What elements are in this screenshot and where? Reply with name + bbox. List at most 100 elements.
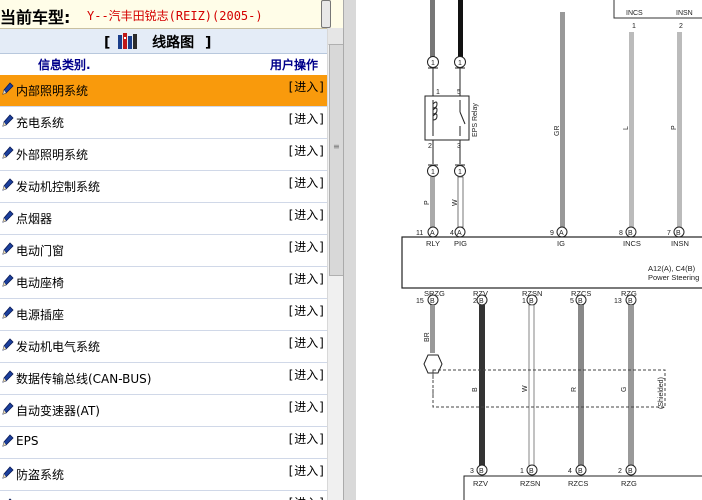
top-label-incs: INCS <box>626 10 643 17</box>
action-column-header: 用户操作 <box>270 58 319 72</box>
list-item[interactable]: 电源插座 [进入] <box>0 299 327 331</box>
conn-bot-letter-rzv: B <box>479 298 484 305</box>
list-item-label: 电动座椅 <box>16 276 65 290</box>
model-label: 当前车型: <box>0 8 71 27</box>
pencil-icon <box>2 466 14 479</box>
list-item-label: 内部照明系统 <box>16 84 89 98</box>
list-item-label: 自动变速器(AT) <box>16 404 100 418</box>
component-code: A12(A), C4(B) <box>648 264 696 273</box>
conn-top-letter-insn: B <box>676 230 681 237</box>
enter-link[interactable]: [进入] <box>287 398 325 415</box>
conn-name-insn: INSN <box>671 239 689 248</box>
lower-name-rzcs: RZCS <box>568 479 588 488</box>
list-item[interactable]: 内部照明系统 [进入] <box>0 75 327 107</box>
list-item[interactable]: EPS [进入] <box>0 427 327 459</box>
conn-top-letter-rly: A <box>430 230 435 237</box>
pencil-icon <box>2 178 14 191</box>
enter-link[interactable]: [进入] <box>287 238 325 255</box>
enter-link[interactable]: [进入] <box>287 334 325 351</box>
panel-title-text: 线路图 <box>152 35 195 51</box>
scroll-grip-icon: ≡ <box>333 142 340 151</box>
lower-name-rzv: RZV <box>473 479 488 488</box>
conn-bot-pin-srzg: 15 <box>416 298 424 305</box>
lower-pin-rzv: 3 <box>470 468 474 475</box>
wire-color-top-p: P <box>671 125 678 130</box>
pencil-icon <box>2 306 14 319</box>
fuse-3: 1 <box>431 169 435 176</box>
lower-letter-rzv: B <box>479 468 484 475</box>
list-item[interactable]: 外部照明系统 [进入] <box>0 139 327 171</box>
pencil-icon <box>2 82 14 95</box>
connector-pins-top: 11 A 4 A 9 A 8 B 7 B <box>416 226 685 238</box>
conn-top-letter-incs: B <box>628 230 633 237</box>
lower-name-rzsn: RZSN <box>520 479 540 488</box>
wiring-diagram: INCS INSN 1 2 1 1 1 5 EPS Relay 2 3 1 1 … <box>401 0 702 500</box>
shielded-label: (Shielded) <box>658 377 665 409</box>
list-item[interactable]: 数据传输总线(CAN-BUS) [进入] <box>0 363 327 395</box>
conn-top-letter-ig: A <box>559 230 564 237</box>
list-item[interactable]: 电动门窗 [进入] <box>0 235 327 267</box>
scroll-thumb[interactable]: ≡ <box>329 44 343 276</box>
list-item[interactable]: 充电系统 [进入] <box>0 107 327 139</box>
conn-name-rly: RLY <box>426 239 440 248</box>
lower-letter-rzg: B <box>628 468 633 475</box>
list-item[interactable]: 后视镜/车窗[进入] <box>0 491 327 500</box>
enter-link[interactable]: [进入] <box>287 110 325 127</box>
enter-link[interactable]: [进入] <box>287 302 325 319</box>
lower-pin-rzcs: 4 <box>568 468 572 475</box>
enter-link[interactable]: [进入] <box>287 270 325 287</box>
lower-pin-rzg: 2 <box>618 468 622 475</box>
pencil-icon <box>2 210 14 223</box>
enter-link[interactable]: [进入] <box>287 78 325 95</box>
conn-name-ig: IG <box>557 239 565 248</box>
lower-pin-rzsn: 1 <box>520 468 524 475</box>
list-item-label: 数据传输总线(CAN-BUS) <box>16 372 152 386</box>
list-item[interactable]: 点烟器 [进入] <box>0 203 327 235</box>
list-item[interactable]: 电动座椅 [进入] <box>0 267 327 299</box>
enter-link[interactable]: [进入] <box>287 462 325 479</box>
title-bracket-open: [ <box>104 35 111 51</box>
wire-color-b: B <box>472 387 479 392</box>
wire-color-p: P <box>424 200 431 205</box>
title-bracket-close: ] <box>205 35 212 51</box>
conn-top-letter-pig: A <box>457 230 462 237</box>
pencil-icon <box>2 274 14 287</box>
wire-color-br: BR <box>424 332 431 342</box>
enter-link[interactable]: [进入] <box>287 206 325 223</box>
enter-link[interactable]: [进入] <box>287 494 325 500</box>
top-label-insn: INSN <box>676 10 693 17</box>
list-item[interactable]: 发动机电气系统 [进入] <box>0 331 327 363</box>
category-column-header: 信息类别. <box>38 58 91 72</box>
fuse-4: 1 <box>458 169 462 176</box>
conn-top-pin-pig: 4 <box>450 230 454 237</box>
panel-title-bar: [ 线路图 ] <box>0 29 327 54</box>
lower-letter-rzsn: B <box>529 468 534 475</box>
pencil-icon <box>2 242 14 255</box>
vertical-scrollbar[interactable]: ≡ <box>327 28 343 500</box>
wire-color-l: L <box>623 126 630 130</box>
wire-color-w-low: W <box>522 385 529 392</box>
component-name: Power Steering E <box>648 273 702 282</box>
pencil-icon <box>2 338 14 351</box>
enter-link[interactable]: [进入] <box>287 430 325 447</box>
list-item[interactable]: 防盗系统 [进入] <box>0 459 327 491</box>
relay-pin-2: 2 <box>428 143 432 150</box>
enter-link[interactable]: [进入] <box>287 366 325 383</box>
list-item-label: 防盗系统 <box>16 468 65 482</box>
wiring-diagram-pane[interactable]: INCS INSN 1 2 1 1 1 5 EPS Relay 2 3 1 1 … <box>356 0 702 500</box>
pane-splitter[interactable] <box>343 0 357 500</box>
list-item[interactable]: 发动机控制系统 [进入] <box>0 171 327 203</box>
enter-link[interactable]: [进入] <box>287 174 325 191</box>
pencil-icon <box>2 146 14 159</box>
pencil-icon <box>2 434 14 447</box>
list-item[interactable]: 自动变速器(AT) [进入] <box>0 395 327 427</box>
column-header: 信息类别. 用户操作 <box>0 54 327 74</box>
relay-name: EPS Relay <box>472 103 479 137</box>
wire-color-w: W <box>452 199 459 206</box>
conn-top-pin-incs: 8 <box>619 230 623 237</box>
enter-link[interactable]: [进入] <box>287 142 325 159</box>
wire-color-r: R <box>571 387 578 392</box>
scroll-up-button[interactable] <box>328 28 343 45</box>
wire-color-g: G <box>621 387 628 392</box>
model-select-button[interactable] <box>321 0 331 28</box>
